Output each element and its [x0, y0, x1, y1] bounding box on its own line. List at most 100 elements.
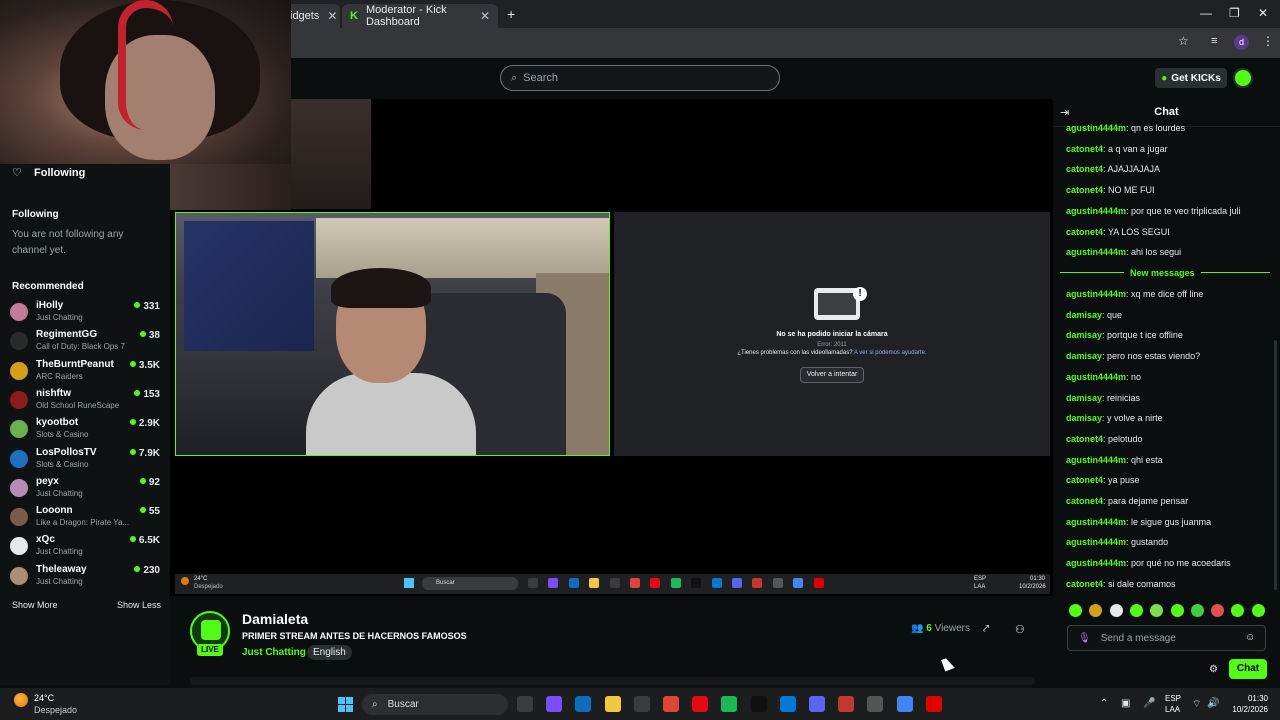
chat-username[interactable]: agustin4444m [1066, 247, 1126, 257]
show-more-button[interactable]: Show More [12, 600, 58, 610]
browser-tab-active[interactable]: K Moderator - Kick Dashboard ✕ [342, 4, 498, 28]
search-input[interactable]: ⌕ Search [500, 65, 780, 91]
live-badge: LIVE [197, 644, 223, 656]
window-close-icon[interactable]: ✕ [1258, 6, 1268, 20]
weather-temp[interactable]: 24°C [34, 693, 54, 703]
app-icon[interactable] [867, 696, 884, 712]
chat-username[interactable]: catonet4 [1066, 475, 1103, 485]
file-explorer-icon[interactable] [604, 696, 621, 712]
bookmark-star-icon[interactable]: ☆ [1178, 34, 1189, 48]
sidebar-recommended-item[interactable]: iHolly Just Chatting 331 [10, 300, 160, 328]
maximize-icon[interactable]: ❐ [1229, 6, 1240, 20]
emote-icon[interactable] [1251, 604, 1265, 617]
chat-username[interactable]: damisay [1066, 413, 1102, 423]
tiktok-icon[interactable] [750, 696, 767, 712]
profile-avatar[interactable]: d [1234, 35, 1249, 50]
minimize-icon[interactable]: — [1200, 6, 1212, 20]
sidebar-recommended-item[interactable]: Looonn Like a Dragon: Pirate Ya... 55 [10, 505, 160, 533]
chrome-icon[interactable] [663, 696, 679, 712]
store-icon[interactable] [633, 696, 650, 712]
chat-message: catonet4: YA LOS SEGUI [1066, 227, 1271, 237]
camera-error-help-link[interactable]: A ver si podemos ayudarte. [854, 350, 927, 356]
app-icon[interactable] [517, 696, 533, 712]
clock-time[interactable]: 01:30 [1220, 694, 1268, 703]
emote-icon[interactable] [1190, 604, 1204, 617]
chat-username[interactable]: agustin4444m [1066, 372, 1126, 382]
weather-condition[interactable]: Despejado [34, 705, 77, 715]
chat-username[interactable]: agustin4444m [1066, 517, 1126, 527]
sidebar-recommended-item[interactable]: xQc Just Chatting 6.5K [10, 534, 160, 562]
new-tab-button[interactable]: + [507, 6, 515, 22]
chat-username[interactable]: catonet4 [1066, 579, 1103, 589]
tray-mic-icon[interactable]: 🎤 [1143, 698, 1155, 709]
emoji-icon[interactable]: ☺ [1245, 632, 1255, 643]
wifi-icon[interactable]: ⌔ [1192, 698, 1201, 711]
stream-category-link[interactable]: Just Chatting [242, 647, 306, 658]
chat-username[interactable]: damisay [1066, 351, 1102, 361]
chat-username[interactable]: agustin4444m [1066, 455, 1126, 465]
get-kicks-button[interactable]: ● Get KICKs [1155, 68, 1227, 88]
tray-app-icon[interactable]: ▣ [1121, 698, 1130, 709]
sidebar-recommended-item[interactable]: nishftw Old School RuneScape 153 [10, 388, 160, 416]
streamer-name[interactable]: Damialeta [242, 611, 308, 627]
show-less-button[interactable]: Show Less [117, 600, 161, 610]
chat-username[interactable]: damisay [1066, 310, 1102, 320]
chat-username[interactable]: damisay [1066, 393, 1102, 403]
emote-icon[interactable] [1129, 604, 1143, 617]
tray-chevron-icon[interactable]: ⌃ [1100, 698, 1108, 709]
chat-username[interactable]: catonet4 [1066, 144, 1103, 154]
emote-icon[interactable] [1211, 604, 1225, 617]
windows-start-button[interactable] [338, 697, 353, 712]
chat-username[interactable]: catonet4 [1066, 434, 1103, 444]
reading-list-icon[interactable]: ≡ [1211, 35, 1217, 47]
sidebar-recommended-item[interactable]: kyootbot Slots & Casino 2.9K [10, 417, 160, 445]
clock-date[interactable]: 10/2/2026 [1220, 705, 1268, 714]
copilot-icon[interactable] [546, 696, 563, 712]
chat-username[interactable]: catonet4 [1066, 227, 1103, 237]
sidebar-recommended-item[interactable]: Theleaway Just Chatting 230 [10, 564, 160, 592]
tray-language[interactable]: ESP [1165, 694, 1181, 703]
chat-input[interactable]: 🎙 Send a message [1067, 625, 1266, 651]
volume-icon[interactable]: 🔊 [1207, 698, 1219, 709]
emote-icon[interactable] [1170, 604, 1184, 617]
mic-app-icon[interactable] [838, 696, 855, 712]
chat-username[interactable]: agustin4444m [1066, 123, 1126, 133]
chat-username[interactable]: agustin4444m [1066, 558, 1126, 568]
chat-send-button[interactable]: Chat [1229, 659, 1267, 679]
chat-username[interactable]: catonet4 [1066, 164, 1103, 174]
follow-user-icon[interactable]: ⚇ [1015, 623, 1025, 636]
close-icon[interactable]: ✕ [480, 9, 490, 23]
tray-language-variant[interactable]: LAA [1165, 705, 1180, 714]
emote-icon[interactable] [1069, 604, 1082, 617]
chat-username[interactable]: catonet4 [1066, 496, 1103, 506]
retry-button[interactable]: Volver a intentar [800, 367, 864, 383]
spotify-icon[interactable] [721, 696, 738, 712]
sidebar-item-following[interactable]: Following [34, 167, 85, 179]
chat-username[interactable]: damisay [1066, 330, 1102, 340]
chat-username[interactable]: agustin4444m [1066, 206, 1126, 216]
chat-settings-gear-icon[interactable]: ⚙ [1209, 664, 1218, 675]
opera-icon[interactable] [925, 696, 942, 712]
browser-menu-icon[interactable]: ⋮ [1262, 34, 1274, 48]
netflix-icon[interactable] [692, 696, 709, 712]
share-icon[interactable]: ⤤ [983, 623, 989, 636]
sidebar-recommended-item[interactable]: RegimentGG Call of Duty: Black Ops 7 38 [10, 329, 160, 357]
outlook-icon[interactable] [575, 696, 592, 712]
close-icon[interactable]: ✕ [327, 9, 337, 23]
chat-scrollbar[interactable] [1274, 340, 1277, 590]
chat-username[interactable]: catonet4 [1066, 185, 1103, 195]
chat-username[interactable]: agustin4444m [1066, 289, 1126, 299]
microphone-icon[interactable]: 🎙 [1078, 633, 1091, 644]
chat-username[interactable]: agustin4444m [1066, 537, 1126, 547]
sidebar-recommended-item[interactable]: LosPollosTV Slots & Casino 7.9K [10, 447, 160, 475]
emote-icon[interactable] [1109, 604, 1123, 617]
taskbar-search[interactable]: ⌕ Buscar [362, 694, 508, 715]
chrome-icon[interactable] [896, 696, 913, 712]
sidebar-recommended-item[interactable]: peyx Just Chatting 92 [10, 476, 160, 504]
discord-icon[interactable] [809, 696, 825, 712]
language-tag[interactable]: English [307, 645, 352, 660]
sidebar-recommended-item[interactable]: TheBurntPeanut ARC Raiders 3.5K [10, 359, 160, 387]
weather-sun-icon[interactable] [14, 693, 28, 707]
app-icon[interactable] [779, 696, 796, 712]
user-avatar[interactable] [1233, 68, 1253, 88]
